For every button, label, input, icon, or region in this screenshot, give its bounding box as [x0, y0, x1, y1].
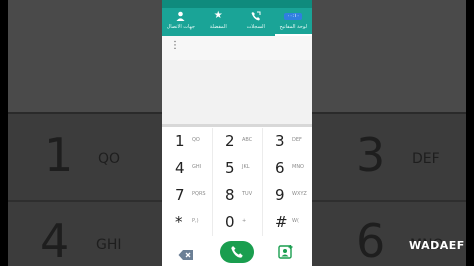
key-letters: JKL [242, 164, 250, 170]
key-5[interactable]: 5 JKL [212, 155, 262, 182]
key-letters: WXYZ [292, 191, 307, 197]
key-3[interactable]: 3 DEF [262, 128, 312, 155]
key-digit: 5 [225, 159, 235, 177]
key-digit: 0 [225, 213, 235, 231]
key-1[interactable]: 1 QO [162, 128, 212, 155]
right-edge [466, 0, 474, 266]
overflow-bar: ⋮ [162, 36, 312, 60]
key-digit: * [175, 213, 183, 231]
tab-label-logs: السجلات [246, 24, 265, 30]
background-key-6: 6 [356, 214, 386, 266]
call-button[interactable] [220, 241, 254, 263]
key-star[interactable]: * P,) [162, 209, 212, 236]
key-digit: 4 [175, 159, 185, 177]
key-4[interactable]: 4 GHI [162, 155, 212, 182]
number-display[interactable] [162, 60, 312, 124]
background-key-3: 3 [356, 128, 386, 182]
background-voicemail-letters: QO [98, 151, 121, 167]
key-7[interactable]: 7 PQRS [162, 182, 212, 209]
key-digit: 8 [225, 186, 235, 204]
left-edge [0, 0, 8, 266]
keypad-separator [162, 124, 312, 127]
watermark: WADAEF [409, 239, 465, 252]
key-letters: GHI [192, 164, 202, 170]
dial-keypad: 1 QO 2 ABC 3 DEF 4 GHI 5 JKL 6 MNO 7 PQR… [162, 128, 312, 238]
key-digit: 1 [175, 132, 185, 150]
status-badge: ٠٠:١٠ [284, 13, 303, 20]
key-letters: W( [292, 218, 299, 224]
key-letters: QO [192, 137, 200, 143]
add-contact-icon[interactable] [278, 244, 294, 260]
background-key-4: 4 [40, 214, 70, 266]
key-6[interactable]: 6 MNO [262, 155, 312, 182]
key-letters: MNO [292, 164, 304, 170]
key-letters: TUV [242, 191, 253, 197]
phone-screen: جهات الاتصال ★ المفضلة السجلات ٠٠:١٠ لوح… [162, 0, 312, 266]
key-letters: P,) [192, 218, 199, 224]
keypad-icon: ٠٠:١٠ [275, 10, 313, 20]
backspace-icon[interactable] [178, 246, 194, 260]
key-hash[interactable]: # W( [262, 209, 312, 236]
star-icon: ★ [213, 10, 223, 21]
background-letters-3: DEF [412, 151, 440, 167]
tab-contacts[interactable]: جهات الاتصال [162, 8, 200, 36]
key-letters: DEF [292, 137, 302, 143]
tab-logs[interactable]: السجلات [237, 8, 275, 36]
key-digit: 3 [275, 132, 285, 150]
key-8[interactable]: 8 TUV [212, 182, 262, 209]
background-key-1: 1 [44, 128, 74, 182]
contacts-icon [162, 11, 200, 24]
tab-favorites[interactable]: ★ المفضلة [200, 8, 238, 36]
call-log-icon [237, 11, 275, 24]
tab-label-keypad: لوحة المفاتيح [279, 24, 307, 30]
key-2[interactable]: 2 ABC [212, 128, 262, 155]
key-digit: 6 [275, 159, 285, 177]
tab-label-contacts: جهات الاتصال [166, 24, 195, 30]
key-digit: 9 [275, 186, 285, 204]
key-letters: PQRS [192, 191, 206, 197]
status-bar [162, 0, 312, 8]
key-digit: 7 [175, 186, 185, 204]
more-vert-icon[interactable]: ⋮ [170, 41, 180, 51]
action-bar [162, 238, 312, 266]
key-0[interactable]: 0 + [212, 209, 262, 236]
key-letters: + [242, 218, 247, 224]
phone-icon [231, 246, 243, 258]
tab-label-favorites: المفضلة [209, 24, 227, 30]
tab-bar: جهات الاتصال ★ المفضلة السجلات ٠٠:١٠ لوح… [162, 8, 312, 36]
key-letters: ABC [242, 137, 253, 143]
key-digit: # [275, 213, 288, 231]
key-digit: 2 [225, 132, 235, 150]
background-letters-4: GHI [96, 237, 122, 253]
key-9[interactable]: 9 WXYZ [262, 182, 312, 209]
tab-keypad[interactable]: ٠٠:١٠ لوحة المفاتيح [274, 8, 313, 36]
